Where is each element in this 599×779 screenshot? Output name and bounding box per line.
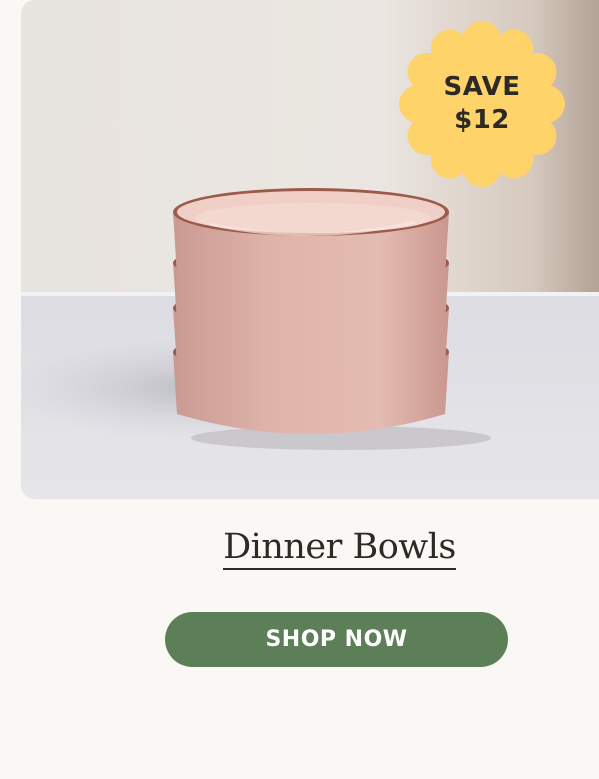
product-title: Dinner Bowls: [0, 527, 599, 570]
shop-now-button[interactable]: SHOP NOW: [165, 612, 508, 667]
badge-amount: $12: [454, 105, 510, 135]
badge-save-label: SAVE: [443, 72, 521, 102]
save-badge: SAVE $12: [398, 20, 566, 188]
product-name-link[interactable]: Dinner Bowls: [223, 527, 456, 570]
